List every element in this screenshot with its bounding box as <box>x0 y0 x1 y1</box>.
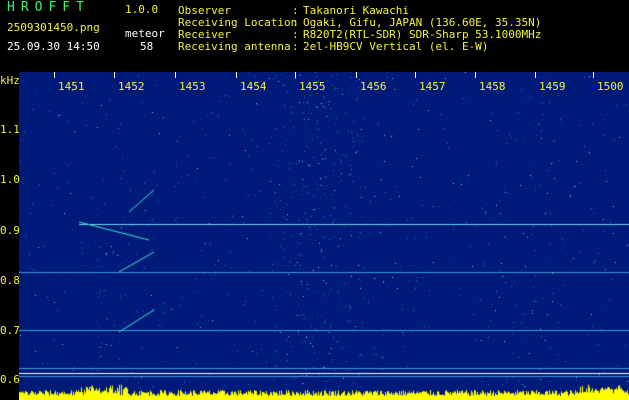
freq-tick-0.6: 0.6 <box>0 373 20 386</box>
info-sep: : <box>292 40 299 53</box>
meteor-label: meteor <box>125 27 165 40</box>
time-tick-1453: 1453 <box>179 80 206 93</box>
freq-tick-1.1: 1.1 <box>0 123 20 136</box>
time-tick-1459: 1459 <box>539 80 566 93</box>
frequency-unit-label: kHz <box>0 74 20 87</box>
app-version: 1.0.0 <box>125 3 159 16</box>
time-tick-mark <box>475 72 476 78</box>
time-tick-mark <box>175 72 176 78</box>
time-tick-1455: 1455 <box>299 80 326 93</box>
time-tick-1458: 1458 <box>479 80 506 93</box>
time-tick-mark <box>535 72 536 78</box>
freq-tick-0.7: 0.7 <box>0 324 20 337</box>
time-tick-mark <box>593 72 594 78</box>
app-title: HROFFT <box>7 0 90 15</box>
freq-tick-0.9: 0.9 <box>0 224 20 237</box>
meteor-count: 58 <box>140 40 154 53</box>
time-tick-mark <box>356 72 357 78</box>
info-label-antenna: Receiving antenna <box>178 40 291 53</box>
spectrogram-canvas <box>19 72 629 400</box>
file-name: 2509301450.png <box>7 21 100 34</box>
time-tick-1500: 1500 <box>597 80 624 93</box>
time-tick-1456: 1456 <box>360 80 387 93</box>
header-panel: HROFFT 1.0.0 2509301450.png 25.09.30 14:… <box>0 0 629 72</box>
time-tick-mark <box>114 72 115 78</box>
info-value-antenna: 2el-HB9CV Vertical (el. E-W) <box>303 40 489 53</box>
spectrogram <box>19 72 629 400</box>
time-tick-1454: 1454 <box>240 80 267 93</box>
freq-tick-0.8: 0.8 <box>0 274 20 287</box>
time-tick-mark <box>54 72 55 78</box>
time-tick-1452: 1452 <box>118 80 145 93</box>
time-tick-1451: 1451 <box>58 80 85 93</box>
time-tick-1457: 1457 <box>419 80 446 93</box>
time-tick-mark <box>236 72 237 78</box>
date-time: 25.09.30 14:50 <box>7 40 100 53</box>
freq-tick-1.0: 1.0 <box>0 173 20 186</box>
time-tick-mark <box>415 72 416 78</box>
time-tick-mark <box>295 72 296 78</box>
